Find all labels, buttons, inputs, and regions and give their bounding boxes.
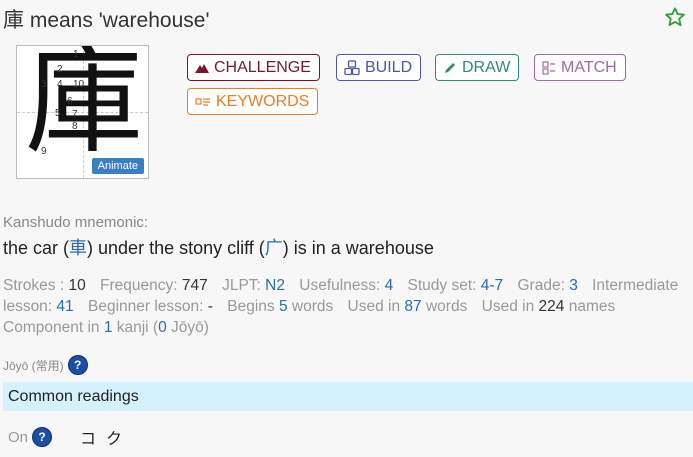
stroke-number: 4 — [57, 79, 63, 90]
component-link-cliff[interactable]: 广 — [265, 238, 283, 258]
stat-usefulness: Usefulness: 4 — [299, 277, 394, 294]
used-in-words-link[interactable]: 87 — [404, 298, 421, 315]
stroke-number: 8 — [72, 121, 78, 132]
build-label: BUILD — [365, 58, 413, 76]
study-set-link[interactable]: 4-7 — [481, 277, 503, 294]
stat-beginner-lesson: Beginner lesson: - — [87, 298, 213, 315]
stat-jlpt: JLPT: N2 — [222, 277, 285, 294]
match-cards-icon — [542, 60, 556, 76]
mnemonic-label: Kanshudo mnemonic: — [3, 214, 149, 231]
mnemonic-text: the car (車) under the stony cliff (广) is… — [3, 234, 434, 260]
challenge-label: CHALLENGE — [214, 58, 311, 76]
stroke-number: 6 — [67, 96, 73, 107]
stat-begins: Begins 5 words — [227, 298, 334, 315]
on-reading-row: On ? コク — [8, 425, 132, 449]
stat-grade: Grade: 3 — [517, 277, 578, 294]
stat-component: Component in 1 kanji (0 Jōyō) — [3, 319, 209, 336]
usefulness-link[interactable]: 4 — [385, 277, 394, 294]
joyo-label: Jōyō (常用) — [3, 358, 64, 373]
begins-link[interactable]: 5 — [279, 298, 288, 315]
on-help-icon[interactable]: ? — [32, 427, 53, 447]
mnemonic-part: ) is in a warehouse — [282, 238, 434, 258]
kanji-stats: Strokes : 10 Frequency: 747 JLPT: N2 Use… — [3, 275, 691, 338]
keywords-label: KEYWORDS — [216, 92, 310, 110]
stroke-number: 3 — [41, 79, 47, 90]
kanji-stroke-diagram: 庫 1 2 3 4 10 6 5 7 8 9 Animate — [16, 45, 149, 179]
keywords-icon — [195, 96, 211, 108]
grade-link[interactable]: 3 — [569, 277, 578, 294]
stroke-number: 2 — [57, 64, 63, 75]
component-joyo-link[interactable]: 0 — [158, 319, 167, 336]
stroke-number: 10 — [73, 79, 85, 90]
match-label: MATCH — [561, 58, 617, 76]
build-button[interactable]: BUILD — [336, 54, 422, 81]
stat-study-set: Study set: 4-7 — [407, 277, 504, 294]
stat-used-in-names: Used in 224 names — [481, 298, 616, 315]
common-readings-header: Common readings — [3, 382, 693, 411]
joyo-row: Jōyō (常用) ? — [3, 355, 88, 375]
intermediate-lesson-link[interactable]: 41 — [56, 298, 73, 315]
mnemonic-part: the car ( — [3, 238, 70, 258]
jlpt-link[interactable]: N2 — [265, 277, 285, 294]
animate-button[interactable]: Animate — [91, 158, 144, 174]
mountain-icon — [195, 62, 209, 74]
favorite-star-icon[interactable] — [664, 6, 686, 28]
stroke-number: 7 — [72, 109, 78, 120]
blocks-icon — [344, 59, 360, 76]
stat-strokes: Strokes : 10 — [3, 277, 86, 294]
challenge-button[interactable]: CHALLENGE — [187, 54, 320, 81]
draw-button[interactable]: DRAW — [435, 54, 520, 81]
on-label: On — [8, 428, 29, 446]
on-reading: コク — [80, 431, 133, 448]
pencil-icon — [443, 61, 457, 75]
stroke-number: 5 — [55, 108, 61, 119]
joyo-help-icon[interactable]: ? — [67, 355, 88, 375]
keywords-button[interactable]: KEYWORDS — [187, 88, 319, 115]
match-button[interactable]: MATCH — [534, 54, 626, 81]
mnemonic-part: ) under the stony cliff ( — [87, 238, 265, 258]
draw-label: DRAW — [462, 58, 511, 76]
stat-frequency: Frequency: 747 — [100, 277, 208, 294]
stroke-number: 1 — [73, 49, 79, 60]
page-title: 庫 means 'warehouse' — [3, 9, 210, 32]
component-link-car[interactable]: 車 — [69, 238, 87, 258]
stat-used-in-words: Used in 87 words — [347, 298, 468, 315]
kanji-character: 庫 — [25, 45, 144, 170]
stroke-number: 9 — [41, 146, 47, 157]
